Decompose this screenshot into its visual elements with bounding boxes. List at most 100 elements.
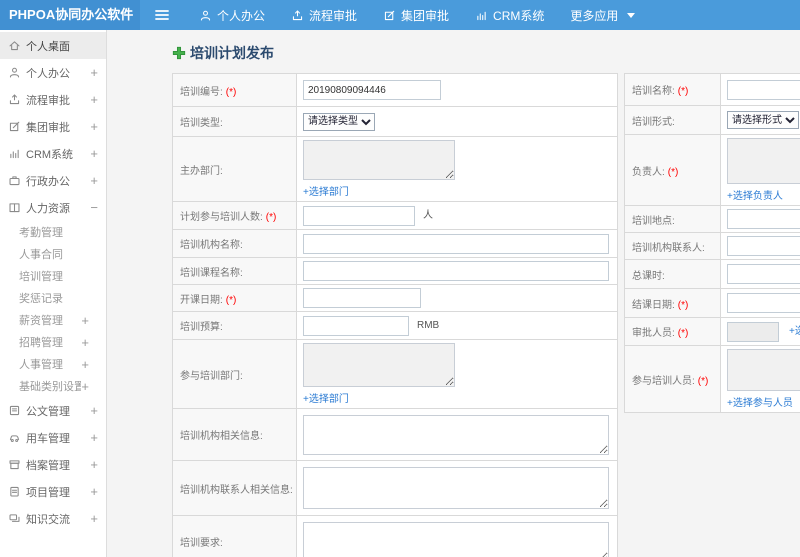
required-marker: (*) [677,328,689,339]
training-no-input[interactable] [303,80,441,100]
training-name-input[interactable] [727,79,800,100]
sidebar-item-admin-office[interactable]: 行政办公 + [0,167,106,194]
nav-label: 个人办公 [217,8,266,23]
expand-plus-icon[interactable]: + [90,147,98,160]
planned-count-label-cell: 计划参与培训人数: (*) [172,201,297,230]
total-hours-label-cell: 总课时: [624,259,721,289]
sidebar-item-label: 行政办公 [26,175,70,188]
expand-plus-icon[interactable]: + [90,512,98,525]
budget-input[interactable] [303,315,409,336]
nav-personal-office[interactable]: 个人办公 [186,0,278,30]
total-hours-input[interactable] [727,264,800,284]
participating-dept-textarea[interactable] [303,343,455,387]
expand-plus-icon[interactable]: + [90,120,98,133]
nav-more-apps[interactable]: 更多应用 [557,0,648,30]
training-name-label-cell: 培训名称: (*) [624,73,721,106]
sidebar-item-label: 公文管理 [26,405,70,418]
sidebar-item-workflow-approval[interactable]: 流程审批 + [0,86,106,113]
host-dept-picker-link[interactable]: +选择部门 [303,183,611,198]
top-nav-items: 个人办公 流程审批 集团审批 CRM系统 更多应用 [186,0,648,30]
course-name-input[interactable] [303,261,609,281]
sidebar-item-attendance-mgmt[interactable]: 考勤管理 [0,221,106,243]
form-row-total-hours: 总课时: [624,259,800,289]
org-info-label-cell: 培训机构相关信息: [172,408,297,461]
expand-plus-icon[interactable]: + [81,380,89,393]
form-row-approver: 审批人员:(*) +选择审批人员 [624,317,800,346]
training-req-textarea[interactable] [303,521,609,557]
nav-workflow-approval[interactable]: 流程审批 [278,0,370,30]
sidebar-item-base-category[interactable]: 基础类别设置 + [0,375,106,397]
hamburger-menu-icon[interactable] [154,8,170,22]
sidebar-item-label: 基础类别设置 [19,381,82,393]
field-label: 开课日期: [180,294,223,306]
participants-picker-link[interactable]: +选择参与人员 [727,394,800,409]
sidebar-item-archive-mgmt[interactable]: 档案管理 + [0,451,106,478]
sidebar-item-document-mgmt[interactable]: 公文管理 + [0,397,106,424]
org-contact-info-field-cell [296,460,618,516]
training-form-select[interactable]: 请选择形式 [727,111,799,129]
nav-group-approval[interactable]: 集团审批 [370,0,462,30]
collapse-minus-icon[interactable]: − [90,201,98,214]
course-name-label-cell: 培训课程名称: [172,257,297,285]
expand-plus-icon[interactable]: + [90,485,98,498]
participating-dept-picker-link[interactable]: +选择部门 [303,390,611,405]
org-contact-input[interactable] [727,236,800,256]
sidebar-item-knowledge-exchange[interactable]: 知识交流 + [0,505,106,532]
app-logo: PHPOA协同办公软件 [0,0,140,30]
expand-plus-icon[interactable]: + [81,358,89,371]
expand-plus-icon[interactable]: + [90,66,98,79]
sidebar-item-group-approval[interactable]: 集团审批 + [0,113,106,140]
car-icon [8,431,21,444]
start-date-input[interactable] [303,288,421,308]
sidebar-item-hr-contract[interactable]: 人事合同 [0,243,106,265]
host-dept-textarea[interactable] [303,140,455,180]
sidebar-item-training-mgmt[interactable]: 培训管理 [0,265,106,287]
leader-textarea[interactable] [727,138,800,184]
sidebar-item-personal-desktop[interactable]: 个人桌面 [0,32,106,59]
training-plan-form: 培训编号:(*)培训类型:请选择类型主办部门:+选择部门计划参与培训人数:(*)… [172,73,800,557]
planned-count-input[interactable] [303,205,415,226]
end-date-input[interactable] [727,293,800,313]
org-contact-info-textarea[interactable] [303,467,609,509]
form-row-location: 培训地点: [624,205,800,233]
form-row-participants: 参与培训人员: (*) +选择参与人员 [624,345,800,413]
form-right-table: 培训名称: (*) 培训形式: 请选择形式 负责人: (*) +选择负责人 培训地点: 培训机构… [624,73,800,413]
expand-plus-icon[interactable]: + [90,458,98,471]
sidebar-item-project-mgmt[interactable]: 项目管理 + [0,478,106,505]
training-type-select[interactable]: 请选择类型 [303,112,375,131]
form-row-participating-dept: 参与培训部门: +选择部门 [172,339,618,409]
org-name-input[interactable] [303,233,609,254]
org-info-textarea[interactable] [303,414,609,455]
approver-input[interactable] [727,321,779,342]
sidebar-item-label: 人事合同 [19,249,63,261]
sidebar-item-recruit-mgmt[interactable]: 招聘管理 + [0,331,106,353]
form-row-org-info: 培训机构相关信息: [172,408,618,461]
approver-picker-link[interactable]: +选择审批人员 [789,326,800,337]
sidebar-item-crm-system[interactable]: CRM系统 + [0,140,106,167]
participants-textarea[interactable] [727,349,800,391]
sidebar-item-personnel-mgmt[interactable]: 人事管理 + [0,353,106,375]
total-hours-field-cell [720,259,800,289]
sidebar-item-reward-records[interactable]: 奖惩记录 [0,287,106,309]
expand-plus-icon[interactable]: + [81,336,89,349]
sidebar-item-salary-mgmt[interactable]: 薪资管理 + [0,309,106,331]
location-input[interactable] [727,209,800,229]
expand-plus-icon[interactable]: + [90,174,98,187]
form-row-training-type: 培训类型: 请选择类型 [172,106,618,137]
sidebar-item-personal-office[interactable]: 个人办公 + [0,59,106,86]
required-marker: (*) [697,375,709,387]
nav-crm-system[interactable]: CRM系统 [462,0,557,30]
start-date-field-cell [296,284,618,312]
expand-plus-icon[interactable]: + [90,93,98,106]
field-label: 培训机构联系人: [632,242,705,254]
sidebar-item-human-resources[interactable]: 人力资源 − [0,194,106,221]
nav-label: 流程审批 [309,8,358,23]
expand-plus-icon[interactable]: + [90,404,98,417]
sidebar-item-label: CRM系统 [26,148,74,161]
expand-plus-icon[interactable]: + [81,314,89,327]
user-icon [199,9,212,22]
sidebar-item-vehicle-mgmt[interactable]: 用车管理 + [0,424,106,451]
expand-plus-icon[interactable]: + [90,431,98,444]
required-marker: (*) [265,212,277,223]
leader-picker-link[interactable]: +选择负责人 [727,187,800,202]
